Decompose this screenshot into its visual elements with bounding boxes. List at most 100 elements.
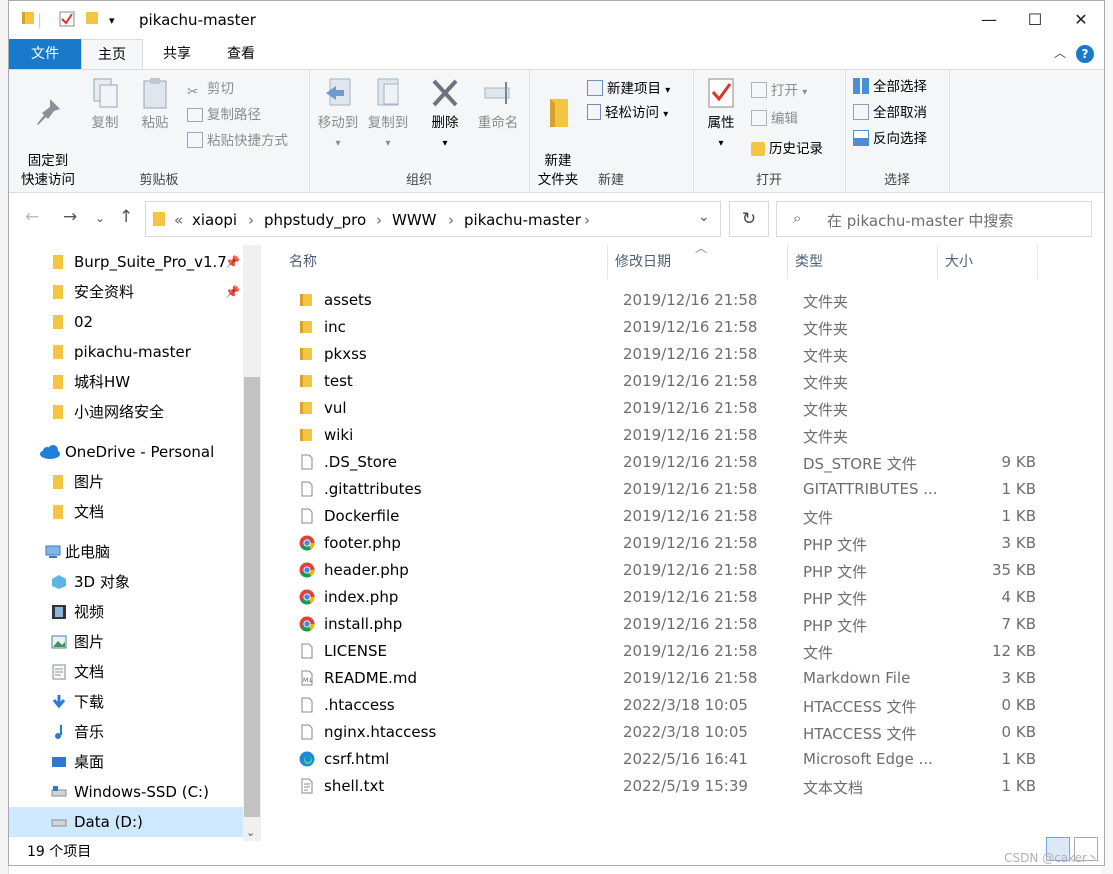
easy-access-button[interactable]: 轻松访问 ▾ [587, 102, 668, 124]
search-box[interactable]: ⌕ 在 pikachu-master 中搜索 [776, 201, 1092, 237]
file-row[interactable]: .gitattributes 2019/12/16 21:58 GITATTRIBU… [279, 476, 1039, 503]
file-name[interactable]: footer.php [324, 534, 604, 552]
quick-access-dropdown-icon[interactable]: ▾ [109, 14, 115, 27]
recent-locations-chevron-icon[interactable]: ⌄ [95, 211, 105, 225]
copy-path-button[interactable]: 复制路径 [187, 104, 261, 126]
breadcrumb-separator-icon[interactable]: › [376, 211, 382, 229]
breadcrumb-xiaopi[interactable]: xiaopi [192, 211, 237, 229]
tab-share[interactable]: 共享 [157, 39, 197, 69]
file-row[interactable]: shell.txt 2022/5/19 15:39 文本文档 1 KB [279, 773, 1039, 800]
sidebar-item-music[interactable]: 音乐 [9, 717, 241, 747]
file-name[interactable]: install.php [324, 615, 604, 633]
invert-selection-button[interactable]: 反向选择 [853, 128, 927, 150]
sidebar-item-documents[interactable]: 文档 [9, 657, 241, 687]
file-row[interactable]: footer.php 2019/12/16 21:58 PHP 文件 3 KB [279, 530, 1039, 557]
file-name[interactable]: Dockerfile [324, 507, 604, 525]
file-row[interactable]: .DS_Store 2019/12/16 21:58 DS_STORE 文件 9 KB [279, 449, 1039, 476]
tab-view[interactable]: 查看 [221, 39, 261, 69]
column-header-type[interactable]: 类型 [795, 245, 938, 279]
file-name[interactable]: LICENSE [324, 642, 604, 660]
copy-button[interactable]: 复制 [85, 76, 125, 133]
breadcrumb-separator-icon[interactable]: › [248, 211, 254, 229]
file-row[interactable]: inc 2019/12/16 21:58 文件夹 [279, 314, 1039, 341]
sidebar-item-onedrive-pictures[interactable]: 图片 [9, 467, 241, 497]
pin-icon[interactable]: 📌 [225, 277, 240, 307]
nav-pane-scrollbar[interactable]: ⌄ [243, 245, 261, 841]
quick-access-item[interactable]: Burp_Suite_Pro_v1.7 📌 [9, 247, 241, 277]
sidebar-item-videos[interactable]: 视频 [9, 597, 241, 627]
file-name[interactable]: .DS_Store [324, 453, 604, 471]
breadcrumb-phpstudy[interactable]: phpstudy_pro [264, 211, 366, 229]
refresh-icon[interactable]: ↻ [729, 201, 769, 237]
file-row[interactable]: M↓ README.md 2019/12/16 21:58 Markdown File… [279, 665, 1039, 692]
forward-arrow-icon[interactable]: → [63, 207, 77, 227]
paste-shortcut-button[interactable]: 粘贴快捷方式 [187, 130, 288, 152]
sidebar-item-onedrive[interactable]: OneDrive - Personal [9, 437, 241, 467]
file-row[interactable]: assets 2019/12/16 21:58 文件夹 [279, 287, 1039, 314]
file-row[interactable]: Dockerfile 2019/12/16 21:58 文件 1 KB [279, 503, 1039, 530]
file-name[interactable]: wiki [324, 426, 604, 444]
sidebar-item-pictures[interactable]: 图片 [9, 627, 241, 657]
properties-button[interactable]: 属性 ▾ [699, 76, 743, 153]
cut-button[interactable]: ✂ 剪切 [187, 78, 234, 100]
sidebar-item-3d-objects[interactable]: 3D 对象 [9, 567, 241, 597]
file-row[interactable]: csrf.html 2022/5/16 16:41 Microsoft Edge .… [279, 746, 1039, 773]
file-row[interactable]: test 2019/12/16 21:58 文件夹 [279, 368, 1039, 395]
select-none-button[interactable]: 全部取消 [853, 102, 927, 124]
open-button[interactable]: 打开 ▾ [751, 80, 807, 102]
sidebar-item-desktop[interactable]: 桌面 [9, 747, 241, 777]
file-row[interactable]: LICENSE 2019/12/16 21:58 文件 12 KB [279, 638, 1039, 665]
edit-button[interactable]: 编辑 [751, 108, 798, 130]
properties-checkmark-icon[interactable] [59, 11, 75, 27]
sidebar-item-onedrive-documents[interactable]: 文档 [9, 497, 241, 527]
file-name[interactable]: header.php [324, 561, 604, 579]
column-header-size[interactable]: 大小 [945, 245, 1038, 279]
file-name[interactable]: csrf.html [324, 750, 604, 768]
back-arrow-icon[interactable]: ← [25, 207, 39, 227]
breadcrumb-pikachu[interactable]: pikachu-master [464, 211, 581, 229]
quick-access-item[interactable]: 02 [9, 307, 241, 337]
file-name[interactable]: .gitattributes [324, 480, 604, 498]
file-name[interactable]: .htaccess [324, 696, 604, 714]
nav-pane-scroll-thumb[interactable] [244, 377, 260, 817]
quick-access-item[interactable]: 小迪网络安全 [9, 397, 241, 427]
copy-to-button[interactable]: 复制到 ▾ [365, 76, 411, 153]
file-name[interactable]: shell.txt [324, 777, 604, 795]
address-dropdown-icon[interactable]: ⌄ [698, 209, 710, 225]
sidebar-item-drive-c[interactable]: Windows-SSD (C:) [9, 777, 241, 807]
column-header-name[interactable]: 名称 [289, 245, 608, 279]
new-folder-quick-icon[interactable] [85, 11, 99, 25]
rename-button[interactable]: 重命名 [473, 76, 523, 133]
file-row[interactable]: install.php 2019/12/16 21:58 PHP 文件 7 KB [279, 611, 1039, 638]
quick-access-item[interactable]: 安全资料 📌 [9, 277, 241, 307]
file-row[interactable]: nginx.htaccess 2022/3/18 10:05 HTACCESS 文件… [279, 719, 1039, 746]
column-header-date[interactable]: 修改日期 [615, 245, 788, 279]
breadcrumb-separator-icon[interactable]: › [448, 211, 454, 229]
file-name[interactable]: README.md [324, 669, 604, 687]
tab-file[interactable]: 文件 [9, 39, 81, 69]
up-arrow-icon[interactable]: ↑ [119, 207, 133, 227]
file-name[interactable]: vul [324, 399, 604, 417]
file-name[interactable]: index.php [324, 588, 604, 606]
select-all-button[interactable]: 全部选择 [853, 76, 927, 98]
history-button[interactable]: 历史记录 [751, 138, 823, 160]
file-name[interactable]: inc [324, 318, 604, 336]
help-icon[interactable]: ? [1076, 45, 1094, 63]
file-row[interactable]: wiki 2019/12/16 21:58 文件夹 [279, 422, 1039, 449]
breadcrumb-overflow[interactable]: « [174, 211, 183, 229]
scroll-down-arrow-icon[interactable]: ⌄ [246, 826, 255, 839]
sidebar-item-this-pc[interactable]: 此电脑 [9, 537, 241, 567]
quick-access-item[interactable]: pikachu-master [9, 337, 241, 367]
quick-access-item[interactable]: 城科HW [9, 367, 241, 397]
maximize-button[interactable]: ☐ [1012, 1, 1058, 39]
delete-button[interactable]: 删除 ▾ [427, 76, 463, 153]
pin-icon[interactable]: 📌 [225, 247, 240, 277]
breadcrumb-www[interactable]: WWW [392, 211, 437, 229]
file-row[interactable]: header.php 2019/12/16 21:58 PHP 文件 35 KB [279, 557, 1039, 584]
file-name[interactable]: assets [324, 291, 604, 309]
file-row[interactable]: pkxss 2019/12/16 21:58 文件夹 [279, 341, 1039, 368]
file-row[interactable]: index.php 2019/12/16 21:58 PHP 文件 4 KB [279, 584, 1039, 611]
close-button[interactable]: ✕ [1058, 1, 1104, 39]
new-item-button[interactable]: 新建项目 ▾ [587, 78, 670, 100]
file-row[interactable]: .htaccess 2022/3/18 10:05 HTACCESS 文件 0 KB [279, 692, 1039, 719]
